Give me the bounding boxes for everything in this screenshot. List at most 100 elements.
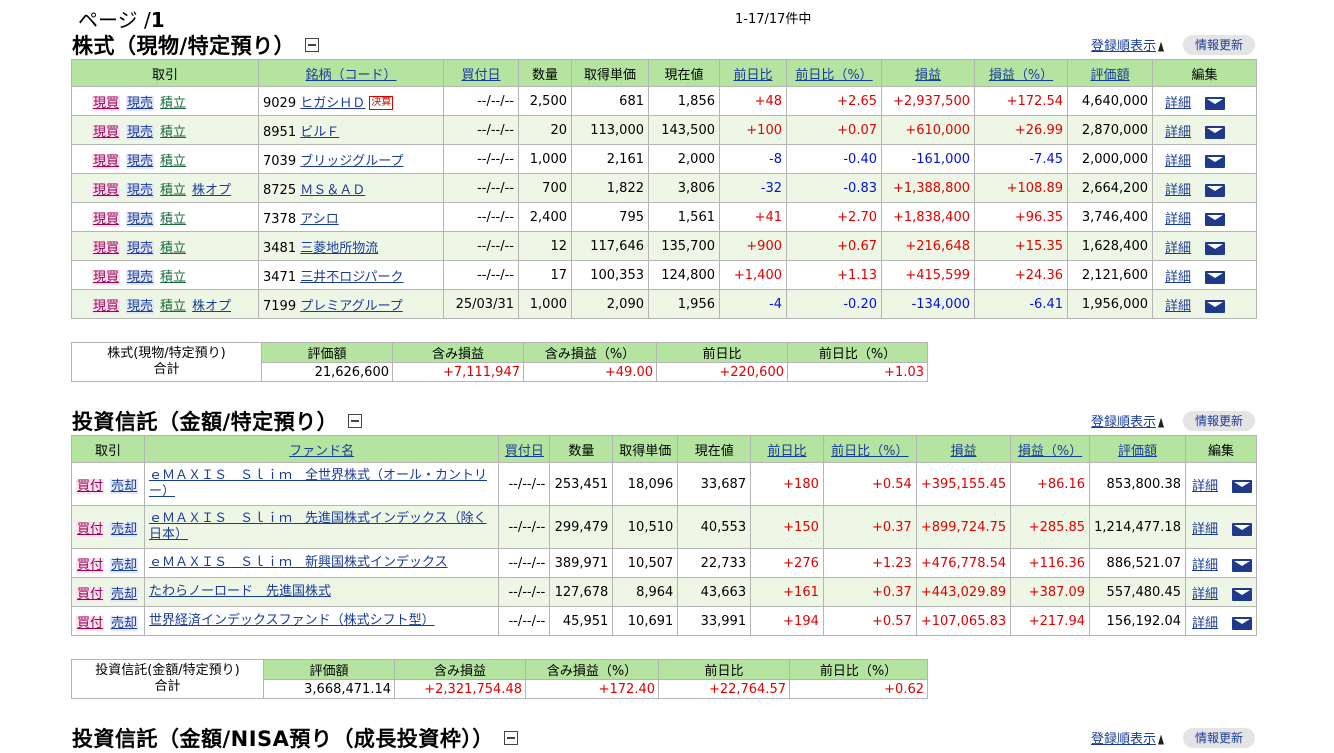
sort-link-date[interactable]: 買付日 xyxy=(461,68,500,83)
stock-name-link[interactable]: ＭＳ＆ＡＤ xyxy=(300,183,365,198)
col-header-value[interactable]: 評価額 xyxy=(1067,59,1153,87)
fund-name-link[interactable]: ｅＭＡＸＩＳ Ｓｌｉｍ 全世界株式（オール・カントリー） xyxy=(149,468,487,499)
sort-link-fund-name[interactable]: ファンド名 xyxy=(289,444,354,459)
refresh-button[interactable]: 情報更新 xyxy=(1183,35,1255,55)
mail-icon[interactable] xyxy=(1205,270,1226,284)
detail-link[interactable]: 詳細 xyxy=(1192,616,1218,631)
accumulate-button[interactable]: 積立 xyxy=(160,154,186,169)
spot-sell-button[interactable]: 現売 xyxy=(126,95,155,111)
accumulate-button[interactable]: 積立 xyxy=(160,125,186,140)
col-header-change-pct[interactable]: 前日比（%） xyxy=(822,435,917,463)
stock-name-link[interactable]: プレミアグループ xyxy=(300,299,403,314)
sort-link-name[interactable]: 銘柄（コード） xyxy=(305,68,396,83)
buy-button[interactable]: 買付 xyxy=(76,478,105,494)
detail-link[interactable]: 詳細 xyxy=(1165,299,1191,314)
col-header-pl-pct[interactable]: 損益（%） xyxy=(974,59,1068,87)
spot-buy-button[interactable]: 現買 xyxy=(92,95,121,111)
mail-icon[interactable] xyxy=(1232,587,1252,601)
accumulate-button[interactable]: 積立 xyxy=(160,241,186,256)
col-header-change[interactable]: 前日比 xyxy=(719,59,787,87)
sell-button[interactable]: 売却 xyxy=(110,557,139,573)
fund-name-link[interactable]: たわらノーロード 先進国株式 xyxy=(149,584,331,599)
stock-name-link[interactable]: ビルＦ xyxy=(300,125,339,140)
buy-button[interactable]: 買付 xyxy=(76,586,105,602)
detail-link[interactable]: 詳細 xyxy=(1165,183,1191,198)
stock-name-link[interactable]: アシロ xyxy=(300,212,338,227)
refresh-button[interactable]: 情報更新 xyxy=(1183,728,1255,748)
detail-link[interactable]: 詳細 xyxy=(1165,270,1191,285)
sell-button[interactable]: 売却 xyxy=(110,615,139,631)
mail-icon[interactable] xyxy=(1205,212,1226,226)
mail-icon[interactable] xyxy=(1205,154,1226,168)
spot-sell-button[interactable]: 現売 xyxy=(126,269,155,285)
col-header-change[interactable]: 前日比 xyxy=(750,435,824,463)
sell-button[interactable]: 売却 xyxy=(110,521,139,537)
fund-name-link[interactable]: ｅＭＡＸＩＳ Ｓｌｉｍ 先進国株式インデックス（除く日本） xyxy=(149,511,487,542)
mail-icon[interactable] xyxy=(1232,558,1252,572)
fund-name-link[interactable]: 世界経済インデックスファンド（株式シフト型） xyxy=(149,613,435,628)
accumulate-button[interactable]: 積立 xyxy=(160,299,186,314)
stock-option-button[interactable]: 株オプ xyxy=(192,299,231,314)
mail-icon[interactable] xyxy=(1232,479,1252,493)
col-header-date[interactable]: 買付日 xyxy=(498,435,551,463)
sort-link-change-pct[interactable]: 前日比（%） xyxy=(795,68,872,83)
mail-icon[interactable] xyxy=(1232,616,1252,630)
detail-link[interactable]: 詳細 xyxy=(1165,212,1191,227)
accumulate-button[interactable]: 積立 xyxy=(160,96,186,111)
sort-link-change[interactable]: 前日比 xyxy=(767,444,806,459)
sort-link-pl[interactable]: 損益 xyxy=(950,444,976,459)
accumulate-button[interactable]: 積立 xyxy=(160,183,186,198)
col-header-date[interactable]: 買付日 xyxy=(443,59,519,87)
sort-link-change-pct[interactable]: 前日比（%） xyxy=(831,444,908,459)
col-header-name[interactable]: 銘柄（コード） xyxy=(258,59,444,87)
stock-name-link[interactable]: 三井不ロジパーク xyxy=(300,270,403,285)
col-header-value[interactable]: 評価額 xyxy=(1089,435,1186,463)
detail-link[interactable]: 詳細 xyxy=(1165,125,1191,140)
registration-order-link[interactable]: 登録順表示 xyxy=(1091,411,1165,430)
collapse-icon[interactable] xyxy=(503,731,518,745)
accumulate-button[interactable]: 積立 xyxy=(160,212,186,227)
registration-order-link[interactable]: 登録順表示 xyxy=(1091,35,1165,54)
mail-icon[interactable] xyxy=(1205,241,1226,255)
sell-button[interactable]: 売却 xyxy=(110,586,139,602)
collapse-icon[interactable] xyxy=(348,414,363,428)
detail-link[interactable]: 詳細 xyxy=(1192,479,1218,494)
detail-link[interactable]: 詳細 xyxy=(1192,558,1218,573)
sort-link-value[interactable]: 評価額 xyxy=(1090,68,1129,83)
stock-name-link[interactable]: ヒガシＨＤ xyxy=(300,96,365,111)
spot-sell-button[interactable]: 現売 xyxy=(126,298,155,314)
spot-sell-button[interactable]: 現売 xyxy=(126,182,155,198)
sort-link-pl-pct[interactable]: 損益（%） xyxy=(989,68,1053,83)
mail-icon[interactable] xyxy=(1232,522,1252,536)
mail-icon[interactable] xyxy=(1205,299,1226,313)
mail-icon[interactable] xyxy=(1205,183,1226,197)
spot-buy-button[interactable]: 現買 xyxy=(92,124,121,140)
fund-name-link[interactable]: ｅＭＡＸＩＳ Ｓｌｉｍ 新興国株式インデックス xyxy=(149,555,448,570)
stock-name-link[interactable]: ブリッジグループ xyxy=(300,154,403,169)
spot-sell-button[interactable]: 現売 xyxy=(126,124,155,140)
detail-link[interactable]: 詳細 xyxy=(1192,587,1218,602)
spot-buy-button[interactable]: 現買 xyxy=(92,269,121,285)
detail-link[interactable]: 詳細 xyxy=(1165,241,1191,256)
buy-button[interactable]: 買付 xyxy=(76,615,105,631)
detail-link[interactable]: 詳細 xyxy=(1165,96,1191,111)
sort-link-change[interactable]: 前日比 xyxy=(733,68,772,83)
spot-buy-button[interactable]: 現買 xyxy=(92,298,121,314)
stock-option-button[interactable]: 株オプ xyxy=(192,183,231,198)
buy-button[interactable]: 買付 xyxy=(76,557,105,573)
spot-sell-button[interactable]: 現売 xyxy=(126,211,155,227)
spot-buy-button[interactable]: 現買 xyxy=(92,211,121,227)
mail-icon[interactable] xyxy=(1205,125,1226,139)
col-header-pl[interactable]: 損益 xyxy=(881,59,975,87)
detail-link[interactable]: 詳細 xyxy=(1192,522,1218,537)
sort-link-date[interactable]: 買付日 xyxy=(505,444,544,459)
mail-icon[interactable] xyxy=(1205,96,1226,110)
sort-link-value[interactable]: 評価額 xyxy=(1118,444,1157,459)
registration-order-link[interactable]: 登録順表示 xyxy=(1091,728,1165,747)
collapse-icon[interactable] xyxy=(305,38,320,52)
spot-sell-button[interactable]: 現売 xyxy=(126,240,155,256)
buy-button[interactable]: 買付 xyxy=(76,521,105,537)
detail-link[interactable]: 詳細 xyxy=(1165,154,1191,169)
col-header-fund-name[interactable]: ファンド名 xyxy=(143,435,500,463)
spot-buy-button[interactable]: 現買 xyxy=(92,240,121,256)
